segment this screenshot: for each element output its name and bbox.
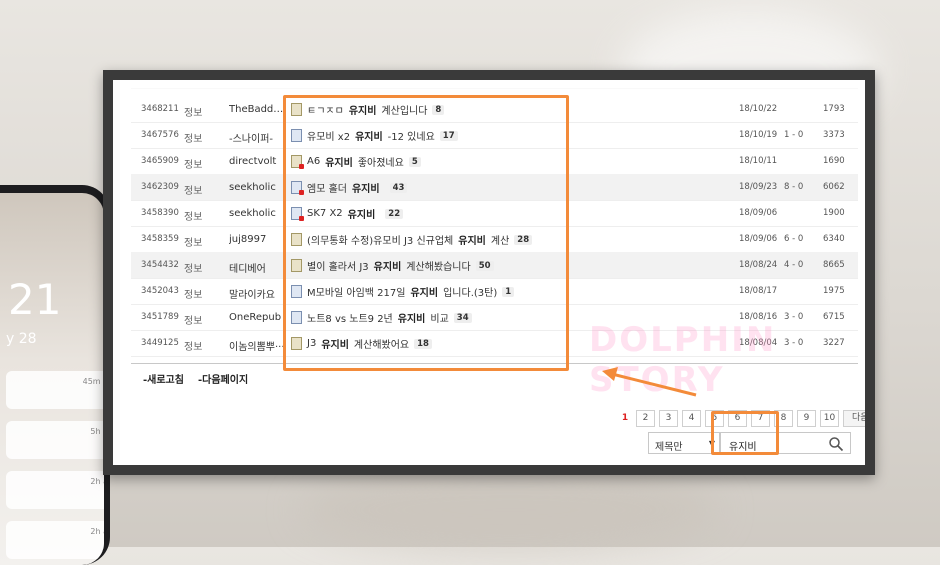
post-number: 3452043 (141, 286, 179, 296)
page-link[interactable]: 4 (682, 410, 701, 427)
post-date: 18/09/06 (739, 234, 778, 244)
post-views: 8665 (823, 260, 845, 270)
post-author[interactable]: -스나이퍼- (229, 130, 285, 145)
next-page-link[interactable]: -다음페이지 (198, 371, 248, 386)
phone-clock: 21 (8, 275, 62, 324)
post-date: 18/09/23 (739, 182, 778, 192)
post-author[interactable]: directvolt (229, 156, 285, 167)
phone-background-image: 21 y 28 45m ago 5h ago 2h ago 2h ago (0, 185, 110, 565)
post-votes: 1 - 0 (784, 130, 804, 140)
post-author[interactable]: juj8997 (229, 234, 285, 245)
post-votes: 6 - 0 (784, 234, 804, 244)
post-number: 3454432 (141, 260, 179, 270)
page-link[interactable]: 3 (659, 410, 678, 427)
post-number: 3468211 (141, 104, 179, 114)
post-number: 3458359 (141, 234, 179, 244)
post-category: 정보 (184, 264, 203, 275)
post-category: 정보 (184, 316, 203, 327)
post-views: 6062 (823, 182, 845, 192)
post-number: 3467576 (141, 130, 179, 140)
post-author[interactable]: 말라이카요 (229, 286, 285, 301)
background-blur (300, 470, 720, 550)
phone-date: y 28 (6, 331, 37, 347)
post-number: 3449125 (141, 338, 179, 348)
phone-notification: 5h ago (6, 421, 104, 459)
post-category: 정보 (184, 342, 203, 353)
post-date: 18/10/22 (739, 104, 778, 114)
phone-screen: 21 y 28 45m ago 5h ago 2h ago 2h ago (0, 193, 104, 565)
table-row-partial (131, 80, 858, 89)
post-date: 18/10/11 (739, 156, 778, 166)
post-votes: 8 - 0 (784, 182, 804, 192)
arrow-annotation-icon (602, 367, 697, 397)
post-views: 3373 (823, 130, 845, 140)
post-author[interactable]: 이놈의뽐뿌··· (229, 338, 285, 353)
post-views: 1975 (823, 286, 845, 296)
post-number: 3458390 (141, 208, 179, 218)
post-date: 18/09/06 (739, 208, 778, 218)
post-category: 정보 (184, 134, 203, 145)
phone-notification: 2h ago (6, 471, 104, 509)
post-views: 6340 (823, 234, 845, 244)
phone-notification: 2h ago (6, 521, 104, 559)
post-number: 3465909 (141, 156, 179, 166)
post-category: 정보 (184, 290, 203, 301)
next-pages-button[interactable]: 다음» (843, 410, 865, 427)
search-scope-value: 제목만 (655, 442, 683, 453)
phone-notification: 45m ago (6, 371, 104, 409)
post-category: 정보 (184, 186, 203, 197)
search-scope-select[interactable]: 제목만 ▼ (648, 432, 720, 454)
post-author[interactable]: 테디베어 (229, 260, 285, 275)
highlight-box-search (711, 411, 779, 455)
post-category: 정보 (184, 160, 203, 171)
page-link[interactable]: 2 (636, 410, 655, 427)
post-views: 1793 (823, 104, 845, 114)
refresh-link[interactable]: -새로고침 (143, 371, 184, 386)
highlight-box-titles (283, 95, 569, 371)
post-author[interactable]: seekholic (229, 208, 285, 219)
page-current: 1 (618, 411, 632, 426)
post-category: 정보 (184, 212, 203, 223)
post-views: 1690 (823, 156, 845, 166)
page-link[interactable]: 10 (820, 410, 839, 427)
post-date: 18/08/24 (739, 260, 778, 270)
post-category: 정보 (184, 108, 203, 119)
post-author[interactable]: seekholic (229, 182, 285, 193)
post-number: 3451789 (141, 312, 179, 322)
post-votes: 4 - 0 (784, 260, 804, 270)
search-icon[interactable] (828, 436, 844, 452)
post-category: 정보 (184, 238, 203, 249)
post-author[interactable]: TheBadde··· (229, 104, 285, 115)
post-views: 1900 (823, 208, 845, 218)
post-date: 18/08/17 (739, 286, 778, 296)
post-author[interactable]: OneRepub (229, 312, 285, 323)
post-date: 18/10/19 (739, 130, 778, 140)
page-link[interactable]: 9 (797, 410, 816, 427)
post-number: 3462309 (141, 182, 179, 192)
